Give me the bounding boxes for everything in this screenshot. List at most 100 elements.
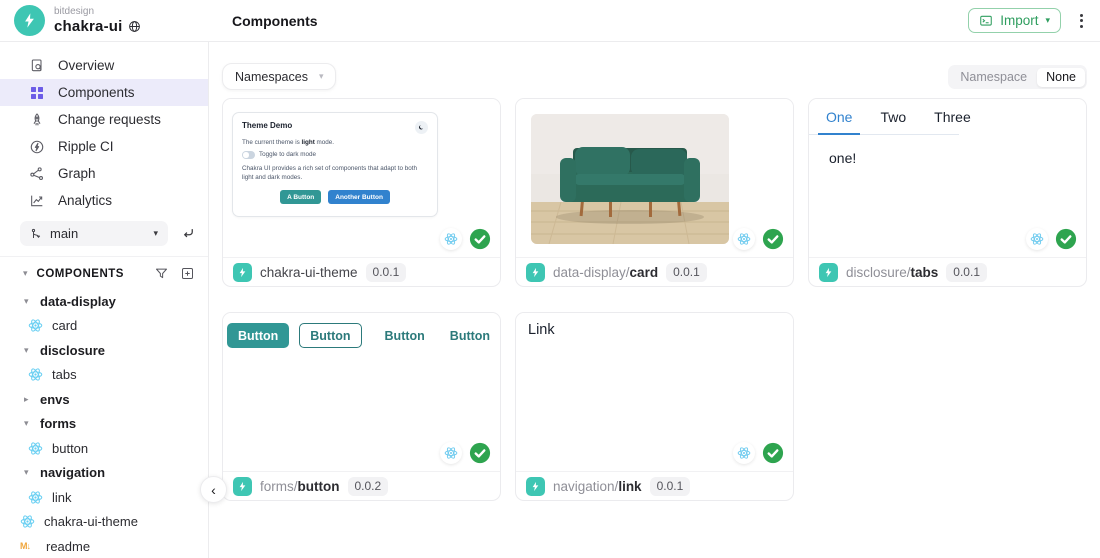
caret-right-icon[interactable]: ▸: [24, 394, 35, 405]
build-success-icon[interactable]: [469, 442, 491, 464]
workspace-brand[interactable]: bitdesign chakra-ui: [14, 5, 141, 36]
caret-down-icon[interactable]: ▾: [24, 345, 35, 356]
tree-component-card[interactable]: card: [0, 314, 208, 339]
tree-folder-label: envs: [40, 391, 70, 407]
env-snowflake-icon[interactable]: [440, 442, 462, 464]
preview-button-outline[interactable]: Button: [299, 323, 362, 348]
lane-selector[interactable]: main ▾: [20, 221, 168, 246]
lane-value: main: [50, 226, 79, 241]
sidebar-item-label: Components: [58, 85, 135, 100]
build-success-icon[interactable]: [762, 228, 784, 250]
component-bolt-icon: [233, 262, 252, 282]
header: bitdesign chakra-ui Components Import ▾: [0, 0, 1100, 42]
terminal-icon: [980, 15, 992, 26]
component-namespace: navigation/: [553, 478, 619, 494]
build-success-icon[interactable]: [762, 442, 784, 464]
tree-folder-data-display[interactable]: ▾ data-display: [0, 289, 208, 314]
sidebar-item-analytics[interactable]: Analytics: [0, 187, 208, 214]
component-card-navigation-link[interactable]: Link navigation/link 0.0.1: [515, 312, 794, 501]
env-snowflake-icon[interactable]: [733, 228, 755, 250]
import-button[interactable]: Import ▾: [968, 8, 1061, 33]
sidebar-item-label: Ripple CI: [58, 139, 114, 154]
app-window: bitdesign chakra-ui Components Import ▾: [0, 0, 1100, 558]
filter-icon[interactable]: [154, 266, 169, 281]
component-atom-icon: [28, 441, 43, 456]
sidebar-item-components[interactable]: Components: [0, 79, 208, 106]
ripple-ci-icon: [30, 140, 44, 153]
preview-button-link[interactable]: Button: [450, 329, 490, 343]
tree-folder-forms[interactable]: ▾ forms: [0, 412, 208, 437]
preview-tabstrip: One Two Three: [809, 99, 971, 135]
theme-demo-title: Theme Demo: [242, 121, 293, 130]
demo-a-button[interactable]: A Button: [280, 190, 322, 204]
sidebar-item-label: Overview: [58, 58, 115, 73]
component-name: button: [297, 478, 340, 494]
caret-down-icon[interactable]: ▾: [23, 268, 28, 279]
tree-component-link[interactable]: link: [0, 485, 208, 510]
components-tree-header: ▾ COMPONENTS: [0, 266, 195, 281]
namespace-toggle-value[interactable]: None: [1037, 67, 1085, 87]
tree-component-chakra-ui-theme[interactable]: chakra-ui-theme: [0, 510, 208, 535]
preview-tab-three[interactable]: Three: [926, 99, 979, 134]
tree-folder-envs[interactable]: ▸ envs: [0, 387, 208, 412]
sidebar-item-label: Analytics: [58, 193, 113, 208]
version-badge: 0.0.1: [649, 476, 691, 496]
tree-folder-disclosure[interactable]: ▾ disclosure: [0, 338, 208, 363]
preview-button-solid[interactable]: Button: [227, 323, 290, 348]
env-snowflake-icon[interactable]: [1026, 228, 1048, 250]
preview-button-ghost[interactable]: Button: [385, 329, 425, 343]
more-options-menu[interactable]: [1076, 11, 1087, 31]
couch-photo: [531, 114, 729, 244]
tree-component-tabs[interactable]: tabs: [0, 363, 208, 388]
sidebar-item-change-requests[interactable]: Change requests: [0, 106, 208, 133]
caret-down-icon[interactable]: ▾: [24, 418, 35, 429]
component-bolt-icon: [526, 476, 545, 496]
dark-mode-toggle-button[interactable]: [415, 121, 428, 134]
revert-lane-icon[interactable]: [181, 226, 196, 241]
import-label: Import: [1000, 13, 1039, 28]
theme-demo-description: Chakra UI provides a rich set of compone…: [242, 164, 418, 182]
build-success-icon[interactable]: [469, 228, 491, 250]
tree-header-label: COMPONENTS: [36, 267, 124, 280]
component-card-disclosure-tabs[interactable]: One Two Three one! disclosure/tabs 0.0.1: [808, 98, 1087, 287]
org-name: bitdesign: [54, 6, 95, 17]
sidebar-item-graph[interactable]: Graph: [0, 160, 208, 187]
namespaces-filter-label: Namespaces: [235, 69, 308, 84]
sidebar-item-ripple-ci[interactable]: Ripple CI: [0, 133, 208, 160]
caret-down-icon[interactable]: ▾: [24, 296, 35, 307]
markdown-icon: M↓: [20, 541, 31, 552]
build-success-icon[interactable]: [1055, 228, 1077, 250]
preview-link[interactable]: Link: [528, 322, 555, 338]
component-name: card: [629, 264, 659, 280]
sidebar-item-overview[interactable]: Overview: [0, 52, 208, 79]
dark-mode-switch[interactable]: [242, 151, 255, 159]
component-name: link: [618, 478, 642, 494]
component-card-chakra-ui-theme[interactable]: Theme Demo The current theme is light mo…: [222, 98, 501, 287]
tree-component-label: tabs: [52, 367, 77, 383]
sidebar-collapse-button[interactable]: ‹: [200, 476, 227, 503]
branch-icon: [31, 228, 41, 238]
preview-tab-two[interactable]: Two: [872, 99, 914, 134]
component-card-forms-button[interactable]: Button Button Button Button forms/button…: [222, 312, 501, 501]
env-snowflake-icon[interactable]: [440, 228, 462, 250]
demo-another-button[interactable]: Another Button: [328, 190, 390, 204]
tree-component-button[interactable]: button: [0, 436, 208, 461]
switch-label: Toggle to dark mode: [259, 151, 317, 159]
env-snowflake-icon[interactable]: [733, 442, 755, 464]
tree-item-readme[interactable]: M↓ readme: [0, 534, 208, 558]
sidebar-item-label: Change requests: [58, 112, 161, 127]
tree-component-label: link: [52, 489, 72, 505]
workspace-name: chakra-ui: [54, 18, 123, 35]
component-atom-icon: [28, 490, 43, 505]
namespaces-filter-dropdown[interactable]: Namespaces ▾: [222, 63, 337, 90]
tree-folder-navigation[interactable]: ▾ navigation: [0, 461, 208, 486]
component-card-data-display-card[interactable]: data-display/card 0.0.1: [515, 98, 794, 287]
caret-down-icon[interactable]: ▾: [24, 467, 35, 478]
component-card-footer: chakra-ui-theme 0.0.1: [223, 258, 500, 286]
component-atom-icon: [28, 367, 43, 382]
collapse-tree-icon[interactable]: [180, 266, 195, 281]
component-bolt-icon: [233, 476, 252, 496]
preview-tab-one[interactable]: One: [818, 99, 861, 135]
tree-item-label: readme: [46, 538, 91, 554]
component-card-footer: data-display/card 0.0.1: [516, 258, 793, 286]
